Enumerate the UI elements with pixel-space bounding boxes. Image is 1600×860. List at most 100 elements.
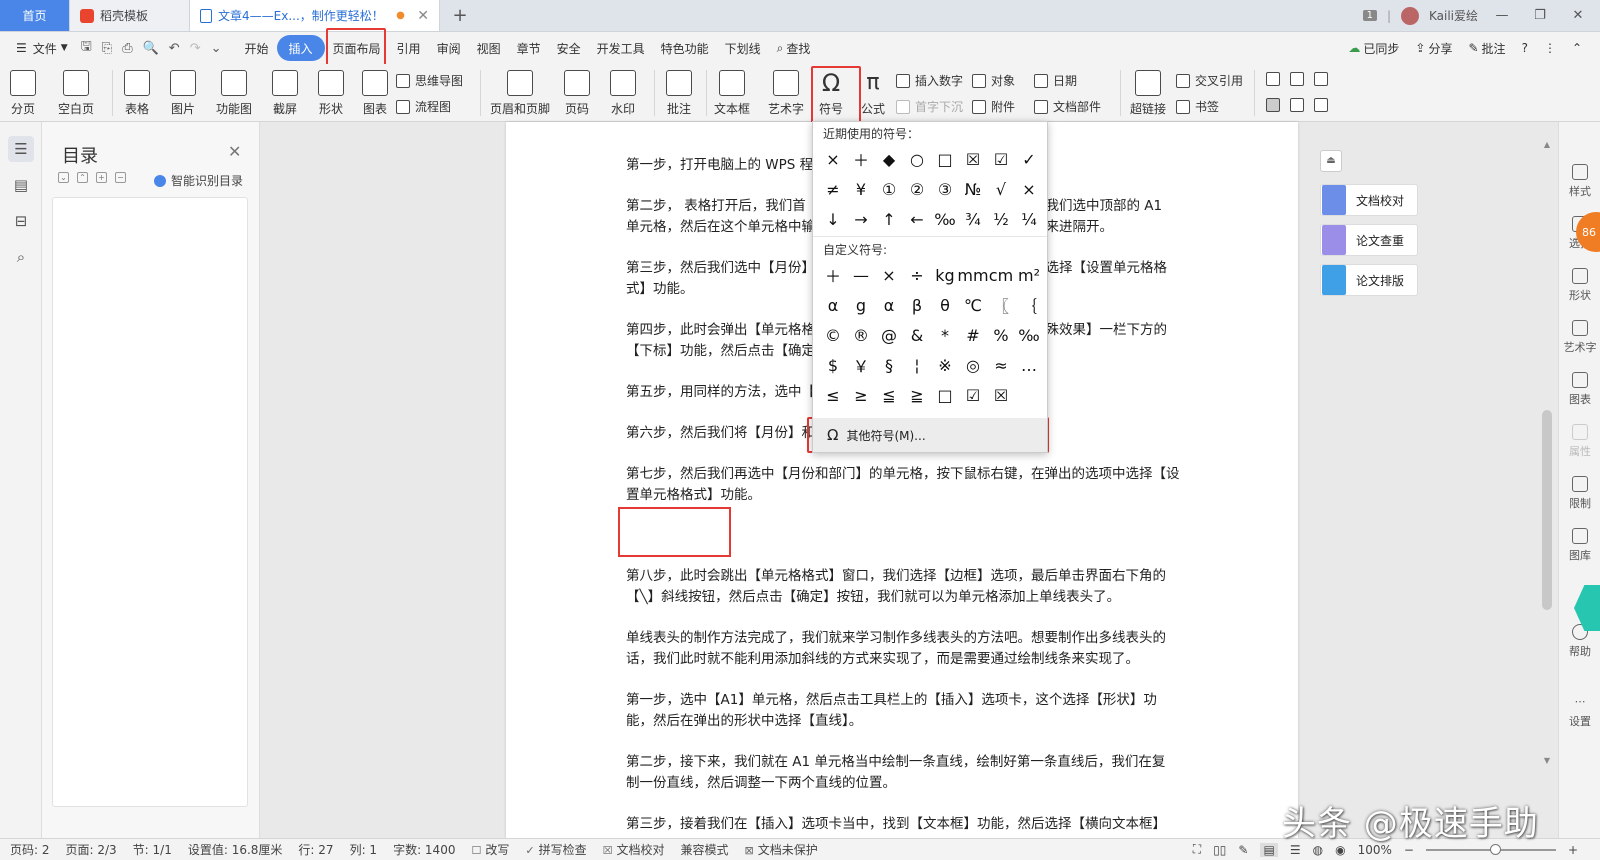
watermark-button[interactable]: 水印 bbox=[610, 70, 636, 117]
recent-symbol[interactable]: № bbox=[959, 174, 987, 204]
custom-symbol[interactable]: ℃ bbox=[959, 290, 987, 320]
print-preview-icon[interactable]: 🔍 bbox=[138, 41, 164, 56]
tab-home[interactable]: 首页 bbox=[0, 0, 70, 31]
menu-references[interactable]: 引用 bbox=[389, 35, 429, 61]
menu-security[interactable]: 安全 bbox=[549, 35, 589, 61]
custom-symbol[interactable]: § bbox=[875, 350, 903, 380]
status-setting[interactable]: 设置值: 16.8厘米 bbox=[188, 841, 283, 858]
restrict-tool[interactable]: 限制 bbox=[1559, 476, 1600, 511]
custom-symbol[interactable]: ＋ bbox=[819, 260, 847, 290]
custom-symbol[interactable]: ※ bbox=[931, 350, 959, 380]
style-tool[interactable]: 样式 bbox=[1559, 164, 1600, 199]
scroll-thumb[interactable] bbox=[1542, 410, 1552, 610]
custom-symbol[interactable]: θ bbox=[931, 290, 959, 320]
collapse-ribbon-icon[interactable]: ⌃ bbox=[1564, 35, 1590, 61]
recent-symbol[interactable]: ¥ bbox=[847, 174, 875, 204]
window-count-badge[interactable]: 1 bbox=[1362, 10, 1377, 21]
status-words[interactable]: 字数: 1400 bbox=[393, 841, 455, 858]
custom-symbol[interactable]: ® bbox=[847, 320, 875, 350]
custom-symbol[interactable]: … bbox=[1015, 350, 1043, 380]
read-mode-icon[interactable]: ▯▯ bbox=[1213, 843, 1226, 857]
comment-button[interactable]: ✎ 批注 bbox=[1460, 35, 1513, 61]
textbox-button[interactable]: 文本框 bbox=[714, 70, 750, 117]
layout-option-3[interactable] bbox=[1314, 72, 1333, 86]
vertical-scrollbar[interactable]: ▲ ▼ bbox=[1540, 140, 1554, 768]
cross-ref-button[interactable]: 交叉引用 bbox=[1176, 72, 1243, 89]
date-button[interactable]: 日期 bbox=[1034, 72, 1077, 89]
toc-list[interactable] bbox=[52, 197, 248, 807]
custom-symbol[interactable]: * bbox=[931, 320, 959, 350]
mindmap-button[interactable]: 思维导图 bbox=[396, 72, 463, 89]
new-tab-button[interactable]: + bbox=[440, 0, 480, 31]
spellcheck-button[interactable]: ✓ 拼写检查 bbox=[525, 841, 586, 858]
chart-button[interactable]: 图表 bbox=[362, 70, 388, 117]
custom-symbol[interactable]: ¦ bbox=[903, 350, 931, 380]
recent-symbol[interactable]: ◆ bbox=[875, 144, 903, 174]
proofread-button[interactable]: ☒ 文档校对 bbox=[603, 841, 665, 858]
undo-icon[interactable]: ↶ bbox=[164, 41, 185, 56]
recent-symbol[interactable]: → bbox=[847, 204, 875, 234]
menu-insert[interactable]: 插入 bbox=[276, 35, 325, 61]
custom-symbol[interactable]: ☒ bbox=[987, 380, 1015, 410]
user-name[interactable]: Kaili爱绘 bbox=[1429, 7, 1478, 24]
scroll-up-icon[interactable]: ▲ bbox=[1540, 140, 1554, 149]
custom-symbol[interactable]: ≧ bbox=[903, 380, 931, 410]
recent-symbol[interactable]: ① bbox=[875, 174, 903, 204]
custom-symbol[interactable]: × bbox=[875, 260, 903, 290]
recent-symbol[interactable]: ¾ bbox=[959, 204, 987, 234]
recent-symbol[interactable]: × bbox=[819, 144, 847, 174]
scroll-down-icon[interactable]: ▼ bbox=[1540, 756, 1554, 765]
layout-option-4[interactable] bbox=[1266, 98, 1285, 112]
custom-symbol[interactable]: ≦ bbox=[875, 380, 903, 410]
custom-symbol[interactable]: ÷ bbox=[903, 260, 931, 290]
shape-button[interactable]: 形状 bbox=[318, 70, 344, 117]
paper-layout-button[interactable]: 论文排版 bbox=[1320, 264, 1418, 296]
tab-document[interactable]: 文章4——Ex...，制作更轻松！ ● ✕ bbox=[190, 0, 440, 31]
custom-symbol[interactable]: kg bbox=[931, 260, 959, 290]
protect-status[interactable]: ⊠ 文档未保护 bbox=[745, 841, 818, 858]
custom-symbol[interactable]: ￥ bbox=[847, 350, 875, 380]
recent-symbol[interactable]: ‰ bbox=[931, 204, 959, 234]
menu-special[interactable]: 特色功能 bbox=[653, 35, 717, 61]
object-button[interactable]: 对象 bbox=[972, 72, 1015, 89]
attachment-button[interactable]: 附件 bbox=[972, 98, 1015, 115]
status-page-code[interactable]: 页码: 2 bbox=[10, 841, 50, 858]
save-icon[interactable]: 🖫 bbox=[76, 37, 97, 59]
menu-view[interactable]: 视图 bbox=[469, 35, 509, 61]
custom-symbol[interactable]: & bbox=[903, 320, 931, 350]
collapse-icon[interactable]: ⌃ bbox=[77, 172, 88, 183]
add-level-icon[interactable]: + bbox=[96, 172, 107, 183]
custom-symbol[interactable]: % bbox=[987, 320, 1015, 350]
more-quick-icon[interactable]: ⌄ bbox=[206, 41, 227, 56]
custom-symbol[interactable]: # bbox=[959, 320, 987, 350]
custom-symbol[interactable]: ｛ bbox=[1015, 290, 1043, 320]
close-window-icon[interactable]: ✕ bbox=[1564, 8, 1592, 23]
custom-symbol[interactable]: 〖 bbox=[987, 290, 1015, 320]
property-tool[interactable]: 属性 bbox=[1559, 424, 1600, 459]
menu-developer[interactable]: 开发工具 bbox=[589, 35, 653, 61]
table-button[interactable]: 表格 bbox=[124, 70, 150, 117]
file-menu[interactable]: ☰ 文件 ▼ bbox=[8, 35, 76, 61]
recent-symbol[interactable]: ¼ bbox=[1015, 204, 1043, 234]
custom-symbol[interactable]: α bbox=[875, 290, 903, 320]
picture-button[interactable]: 图片 bbox=[170, 70, 196, 117]
help-button[interactable]: ? bbox=[1514, 35, 1536, 61]
zoom-slider-knob[interactable] bbox=[1489, 843, 1501, 855]
tab-docer-templates[interactable]: 稻壳模板 bbox=[70, 0, 190, 31]
custom-symbol[interactable]: © bbox=[819, 320, 847, 350]
doc-parts-button[interactable]: 文档部件 bbox=[1034, 98, 1101, 115]
custom-symbol[interactable]: α bbox=[819, 290, 847, 320]
custom-symbol[interactable]: ◎ bbox=[959, 350, 987, 380]
wordart-tool[interactable]: 艺术字 bbox=[1559, 320, 1600, 355]
header-footer-button[interactable]: 页眉和页脚 bbox=[490, 70, 550, 117]
overwrite-toggle[interactable]: ☐ 改写 bbox=[471, 841, 509, 858]
menu-underline[interactable]: 下划线 bbox=[717, 35, 769, 61]
recent-symbol[interactable]: ↓ bbox=[819, 204, 847, 234]
page-mode-icon[interactable]: ▤ bbox=[1260, 842, 1278, 857]
close-icon[interactable]: ✕ bbox=[228, 142, 241, 161]
paper-check-button[interactable]: 论文查重 bbox=[1320, 224, 1418, 256]
menu-chapter[interactable]: 章节 bbox=[509, 35, 549, 61]
recent-symbol[interactable]: × bbox=[1015, 174, 1043, 204]
recent-symbol[interactable]: ○ bbox=[903, 144, 931, 174]
custom-symbol[interactable]: β bbox=[903, 290, 931, 320]
